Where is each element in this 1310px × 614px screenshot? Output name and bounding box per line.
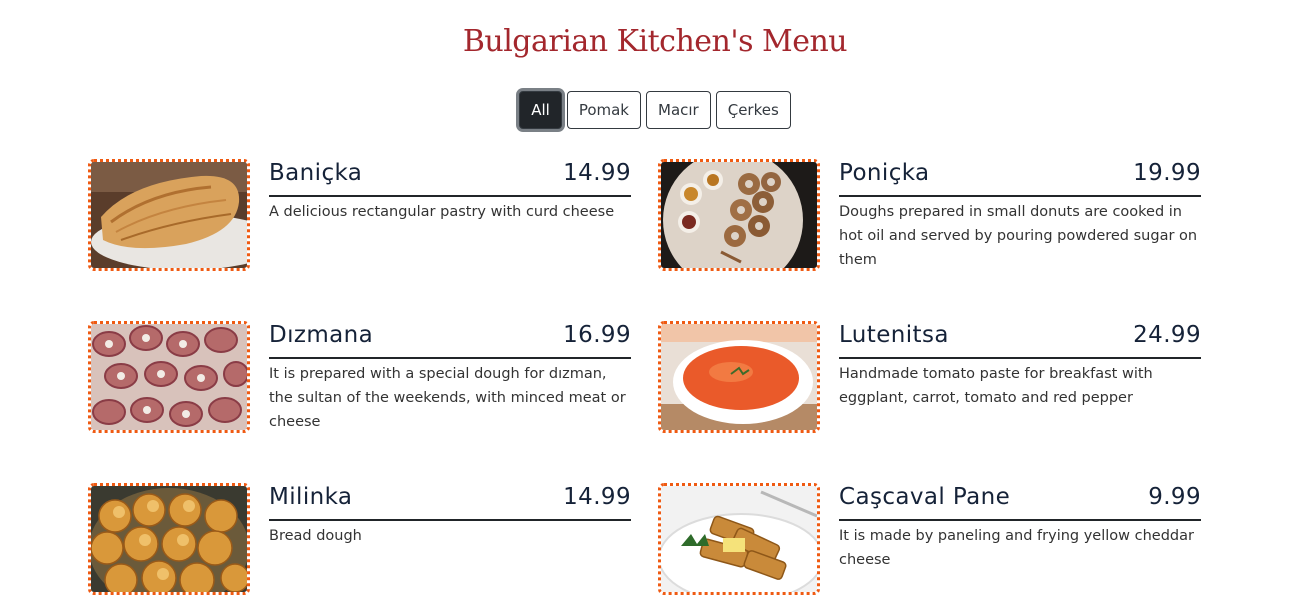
- filter-pomak-button[interactable]: Pomak: [566, 91, 641, 129]
- menu-item-info: Caşcaval Pane 9.99 It is made by panelin…: [839, 483, 1201, 572]
- menu-item-header: Poniçka 19.99: [839, 159, 1201, 197]
- menu-item-price: 16.99: [563, 322, 631, 348]
- menu-item-info: Milinka 14.99 Bread dough: [269, 483, 631, 548]
- menu-item-milinka: Milinka 14.99 Bread dough: [88, 483, 633, 598]
- page-title: Bulgarian Kitchen's Menu: [462, 24, 848, 59]
- filter-bar: All Pomak Macır Çerkes: [0, 91, 1310, 129]
- menu-item-description: Bread dough: [269, 528, 362, 544]
- menu-item-ponicka: Poniçka 19.99 Doughs prepared in small d…: [658, 159, 1203, 274]
- menu-item-info: Dızmana 16.99 It is prepared with a spec…: [269, 321, 631, 434]
- menu-item-description: Handmade tomato paste for breakfast with…: [839, 366, 1153, 406]
- ponicka-photo: [658, 159, 820, 271]
- menu-item-description: It is made by paneling and frying yellow…: [839, 528, 1194, 568]
- menu-item-name: Milinka: [269, 484, 353, 510]
- menu-item-header: Lutenitsa 24.99: [839, 321, 1201, 359]
- menu-item-dizmana: Dızmana 16.99 It is prepared with a spec…: [88, 321, 633, 436]
- milinka-photo: [88, 483, 250, 595]
- menu-item-price: 14.99: [563, 160, 631, 186]
- menu-item-cascaval-pane: Caşcaval Pane 9.99 It is made by panelin…: [658, 483, 1203, 598]
- menu-item-header: Baniçka 14.99: [269, 159, 631, 197]
- menu-item-info: Poniçka 19.99 Doughs prepared in small d…: [839, 159, 1201, 272]
- menu-item-price: 24.99: [1133, 322, 1201, 348]
- menu-item-info: Baniçka 14.99 A delicious rectangular pa…: [269, 159, 631, 224]
- menu-item-name: Caşcaval Pane: [839, 484, 1011, 510]
- menu-item-description: It is prepared with a special dough for …: [269, 366, 626, 430]
- menu-item-name: Poniçka: [839, 160, 930, 186]
- banicka-photo: [88, 159, 250, 271]
- menu-item-name: Lutenitsa: [839, 322, 949, 348]
- cascaval-pane-photo: [658, 483, 820, 595]
- lutenitsa-photo: [658, 321, 820, 433]
- filter-cerkes-button[interactable]: Çerkes: [715, 91, 791, 129]
- menu-item-price: 19.99: [1133, 160, 1201, 186]
- menu-item-description: Doughs prepared in small donuts are cook…: [839, 204, 1198, 268]
- menu-item-header: Dızmana 16.99: [269, 321, 631, 359]
- menu-item-name: Baniçka: [269, 160, 363, 186]
- filter-all-button[interactable]: All: [519, 91, 562, 129]
- menu-item-name: Dızmana: [269, 322, 374, 348]
- menu-item-description: A delicious rectangular pastry with curd…: [269, 204, 615, 220]
- menu-item-lutenitsa: Lutenitsa 24.99 Handmade tomato paste fo…: [658, 321, 1203, 436]
- menu-item-price: 14.99: [563, 484, 631, 510]
- menu-item-banicka: Baniçka 14.99 A delicious rectangular pa…: [88, 159, 633, 274]
- menu-item-price: 9.99: [1148, 484, 1201, 510]
- filter-macir-button[interactable]: Macır: [646, 91, 711, 129]
- menu-item-info: Lutenitsa 24.99 Handmade tomato paste fo…: [839, 321, 1201, 410]
- menu-item-header: Caşcaval Pane 9.99: [839, 483, 1201, 521]
- dizmana-photo: [88, 321, 250, 433]
- menu-item-header: Milinka 14.99: [269, 483, 631, 521]
